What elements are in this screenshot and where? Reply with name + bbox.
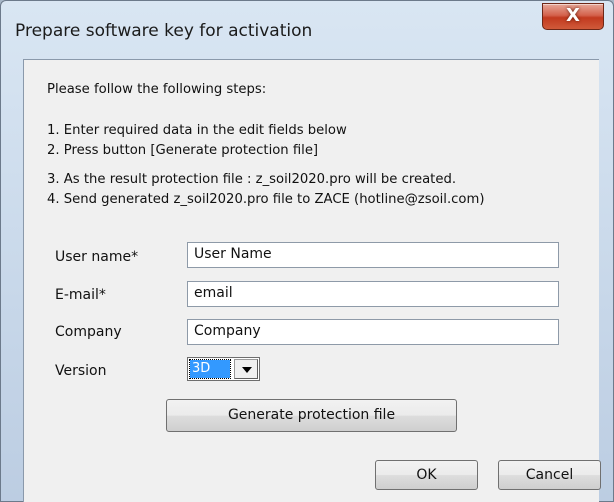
company-label: Company [55, 324, 122, 340]
instruction-step-4: 4. Send generated z_soil2020.pro file to… [47, 192, 485, 207]
close-icon: X [566, 5, 580, 26]
instruction-step-2: 2. Press button [Generate protection fil… [47, 143, 319, 158]
company-field[interactable]: Company [187, 319, 559, 345]
instruction-step-3: 3. As the result protection file : z_soi… [47, 172, 457, 187]
email-field[interactable]: email [187, 281, 559, 307]
cancel-button[interactable]: Cancel [498, 460, 601, 490]
version-label: Version [55, 363, 107, 379]
user-name-field[interactable]: User Name [187, 242, 559, 268]
version-selected-value: 3D [189, 359, 231, 379]
dialog-window: Prepare software key for activation X Pl… [0, 0, 614, 502]
ok-button[interactable]: OK [375, 460, 478, 490]
dialog-title: Prepare software key for activation [15, 21, 313, 41]
instruction-step-1: 1. Enter required data in the edit field… [47, 123, 347, 138]
version-dropdown-button[interactable] [234, 359, 258, 379]
chevron-down-icon [242, 367, 252, 373]
dialog-client-area: Please follow the following steps: 1. En… [23, 59, 601, 502]
close-button[interactable]: X [542, 3, 604, 30]
version-select[interactable]: 3D [187, 357, 260, 381]
generate-protection-file-button[interactable]: Generate protection file [166, 399, 457, 432]
instructions-intro: Please follow the following steps: [47, 82, 267, 97]
user-name-label: User name* [55, 249, 139, 265]
email-label: E-mail* [55, 287, 106, 303]
title-bar[interactable]: Prepare software key for activation X [1, 1, 613, 43]
